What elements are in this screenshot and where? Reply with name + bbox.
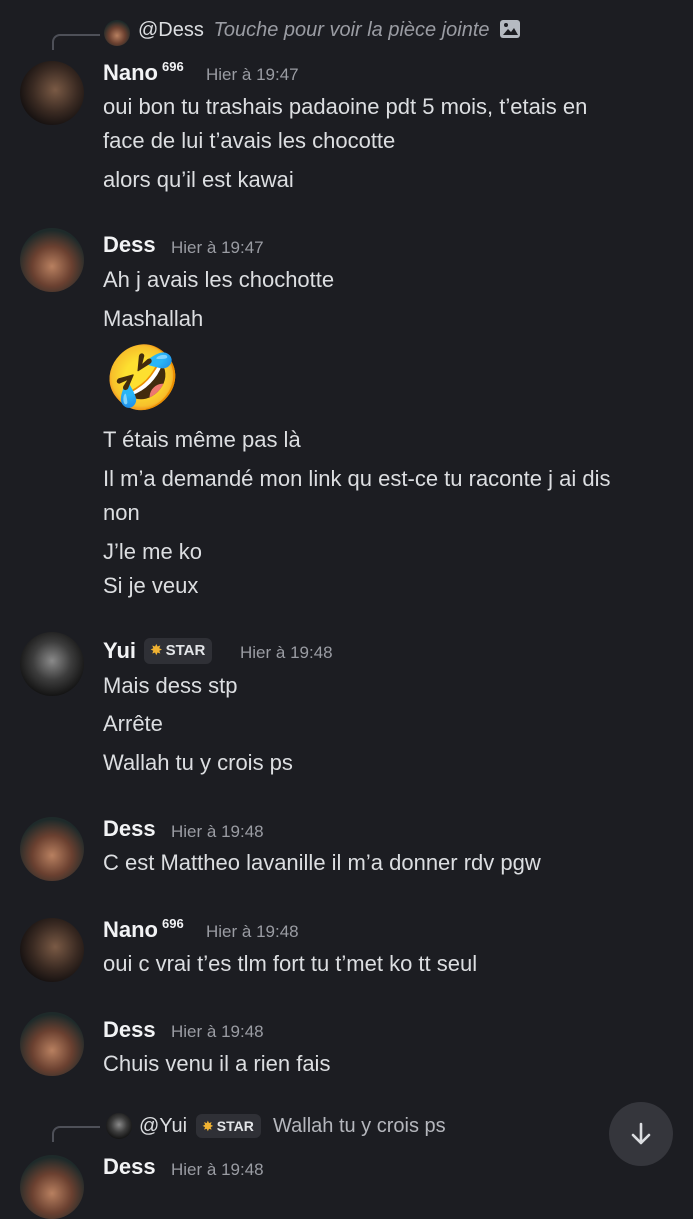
message-line: oui c vrai t’es tlm fort tu t’met ko tt … [103,951,478,976]
reply-text[interactable]: Wallah tu y crois ps [273,1115,446,1138]
author-name[interactable]: Dess [103,1154,156,1180]
avatar[interactable] [20,1155,84,1219]
author-name[interactable]: Dess [103,232,156,258]
scroll-to-bottom-button[interactable] [609,1102,673,1166]
author-name[interactable]: Yui [103,638,136,664]
avatar[interactable] [20,1012,84,1076]
flame-icon: ✸ [150,642,163,659]
message-line: face de lui t’avais les chocotte [103,128,396,153]
message-line: Chuis venu il a rien fais [103,1051,331,1076]
arrow-down-icon [627,1120,655,1148]
flame-icon: ✸ [202,1118,214,1134]
reply-preview[interactable]: @Dess Touche pour voir la pièce jointe [138,19,521,45]
image-icon [499,19,521,45]
author-superscript: 696 [162,916,184,931]
timestamp: Hier à 19:48 [171,1160,264,1179]
reply-connector [52,34,100,50]
message-line: oui bon tu trashais padaoine pdt 5 mois,… [103,94,588,119]
message-line: Wallah tu y crois ps [103,750,293,775]
reply-avatar [104,20,130,46]
message-line: Si je veux [103,573,199,598]
message-line: Mashallah [103,306,204,331]
reply-author[interactable]: @Yui [139,1115,187,1138]
timestamp: Hier à 19:47 [206,65,299,84]
author-name[interactable]: Nano 696 [103,59,184,86]
avatar[interactable] [20,61,84,125]
reply-avatar [106,1113,132,1139]
star-badge[interactable]: ✸ STAR [196,1114,261,1138]
message-line: Il m’a demandé mon link qu est-ce tu rac… [103,466,611,491]
timestamp: Hier à 19:48 [171,822,264,841]
author-name[interactable]: Dess [103,1017,156,1043]
avatar[interactable] [20,228,84,292]
message-line: Ah j avais les chochotte [103,267,335,292]
message-line: Arrête [103,711,163,736]
message-line: T étais même pas là [103,427,301,452]
message-line: C est Mattheo lavanille il m’a donner rd… [103,850,541,875]
timestamp: Hier à 19:48 [206,922,299,941]
timestamp: Hier à 19:48 [240,643,333,662]
message-line: alors qu’il est kawai [103,167,294,192]
message-line: Mais dess stp [103,673,238,698]
reply-author[interactable]: @Dess [138,19,204,41]
reply-connector [52,1126,100,1142]
avatar[interactable] [20,632,84,696]
author-name[interactable]: Dess [103,816,156,842]
message-line: J’le me ko [103,539,203,564]
author-superscript: 696 [162,59,184,74]
star-badge[interactable]: ✸ STAR [144,638,213,664]
timestamp: Hier à 19:48 [171,1022,264,1041]
message-line: non [103,500,140,525]
avatar[interactable] [20,817,84,881]
avatar[interactable] [20,918,84,982]
reply-text[interactable]: Touche pour voir la pièce jointe [213,19,489,41]
timestamp: Hier à 19:47 [171,238,264,257]
author-name[interactable]: Nano 696 [103,916,184,943]
emoji-rofl[interactable]: 🤣 [104,341,181,417]
